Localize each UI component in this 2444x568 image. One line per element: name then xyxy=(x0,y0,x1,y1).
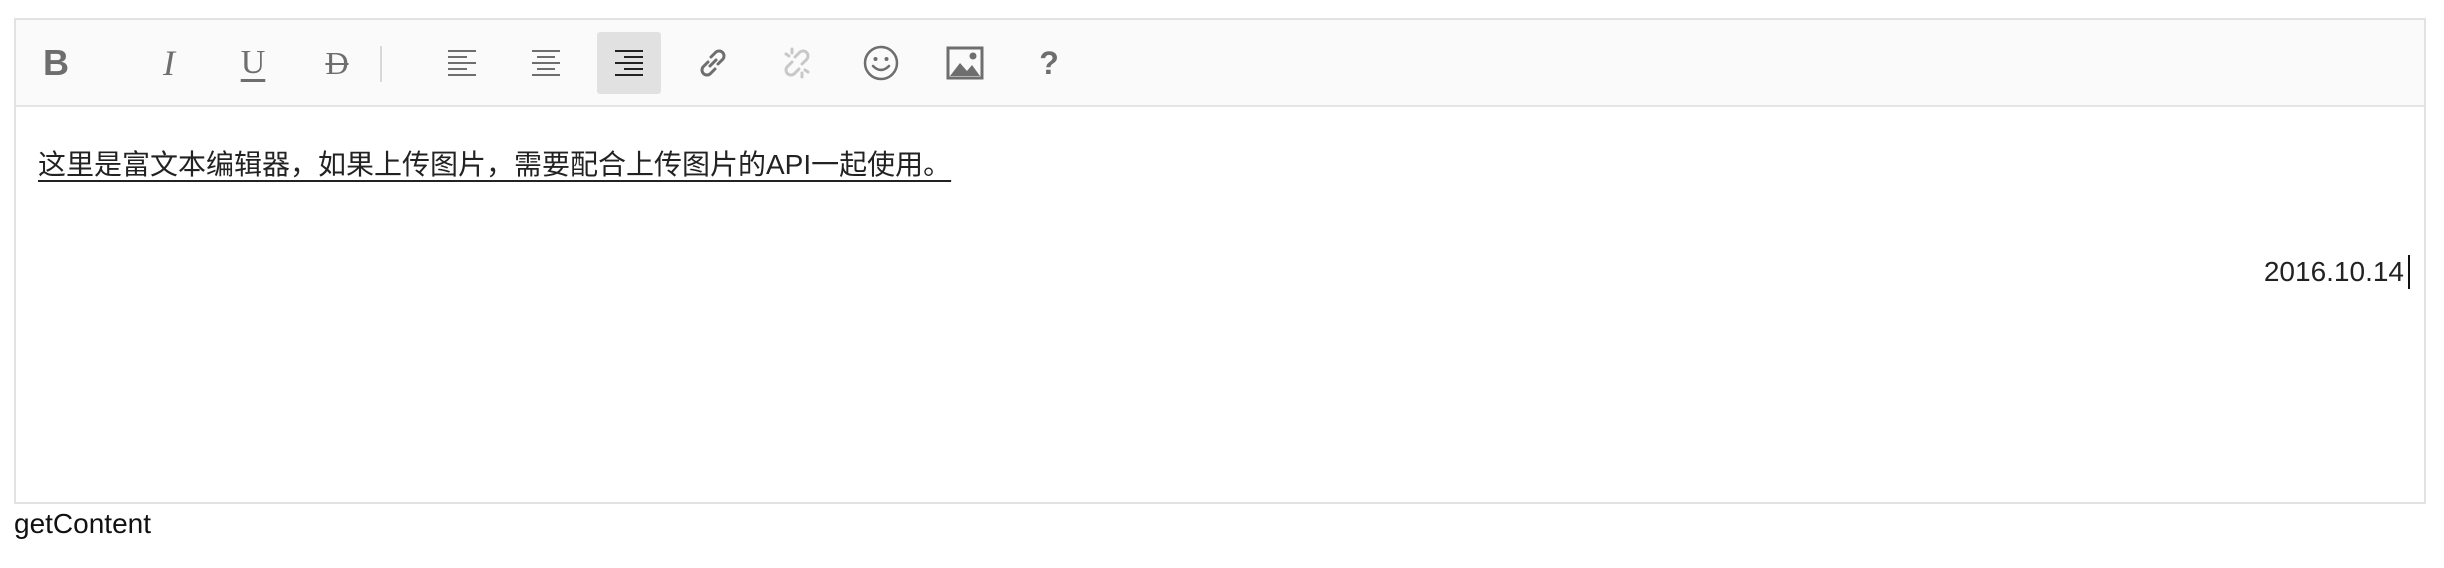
image-icon xyxy=(946,46,984,80)
editor-content-area[interactable]: 这里是富文本编辑器，如果上传图片，需要配合上传图片的API一起使用。 2016.… xyxy=(16,107,2424,502)
bold-button[interactable]: B xyxy=(24,32,88,94)
editor-toolbar: B I U D ? xyxy=(16,20,2424,107)
rich-text-editor: B I U D ? 这里是富文本编辑器，如果上传图片，需要配合上传图片的API一… xyxy=(14,18,2426,504)
link-button[interactable] xyxy=(681,32,745,94)
smiley-icon xyxy=(863,45,899,81)
content-date-line: 2016.10.14 xyxy=(2264,255,2410,289)
italic-button[interactable]: I xyxy=(137,32,201,94)
align-left-button[interactable] xyxy=(430,32,494,94)
toolbar-divider xyxy=(380,46,382,82)
help-button[interactable]: ? xyxy=(1017,32,1081,94)
italic-icon: I xyxy=(163,43,175,83)
content-paragraph: 这里是富文本编辑器，如果上传图片，需要配合上传图片的API一起使用。 xyxy=(38,149,952,180)
image-button[interactable] xyxy=(933,32,997,94)
strikethrough-button[interactable]: D xyxy=(305,32,369,94)
underline-icon: U xyxy=(240,44,266,81)
link-icon xyxy=(700,49,726,77)
help-icon: ? xyxy=(1039,44,1059,81)
unlink-button[interactable] xyxy=(765,32,829,94)
bold-icon: B xyxy=(43,42,69,83)
align-right-button[interactable] xyxy=(597,32,661,94)
align-center-icon xyxy=(532,50,560,76)
strikethrough-icon: D xyxy=(325,44,349,81)
emoji-button[interactable] xyxy=(849,32,913,94)
underline-button[interactable]: U xyxy=(221,32,285,94)
align-right-icon xyxy=(615,50,643,76)
align-center-button[interactable] xyxy=(514,32,578,94)
get-content-button[interactable]: getContent xyxy=(14,508,151,540)
unlink-icon xyxy=(784,47,810,79)
align-left-icon xyxy=(448,50,476,76)
